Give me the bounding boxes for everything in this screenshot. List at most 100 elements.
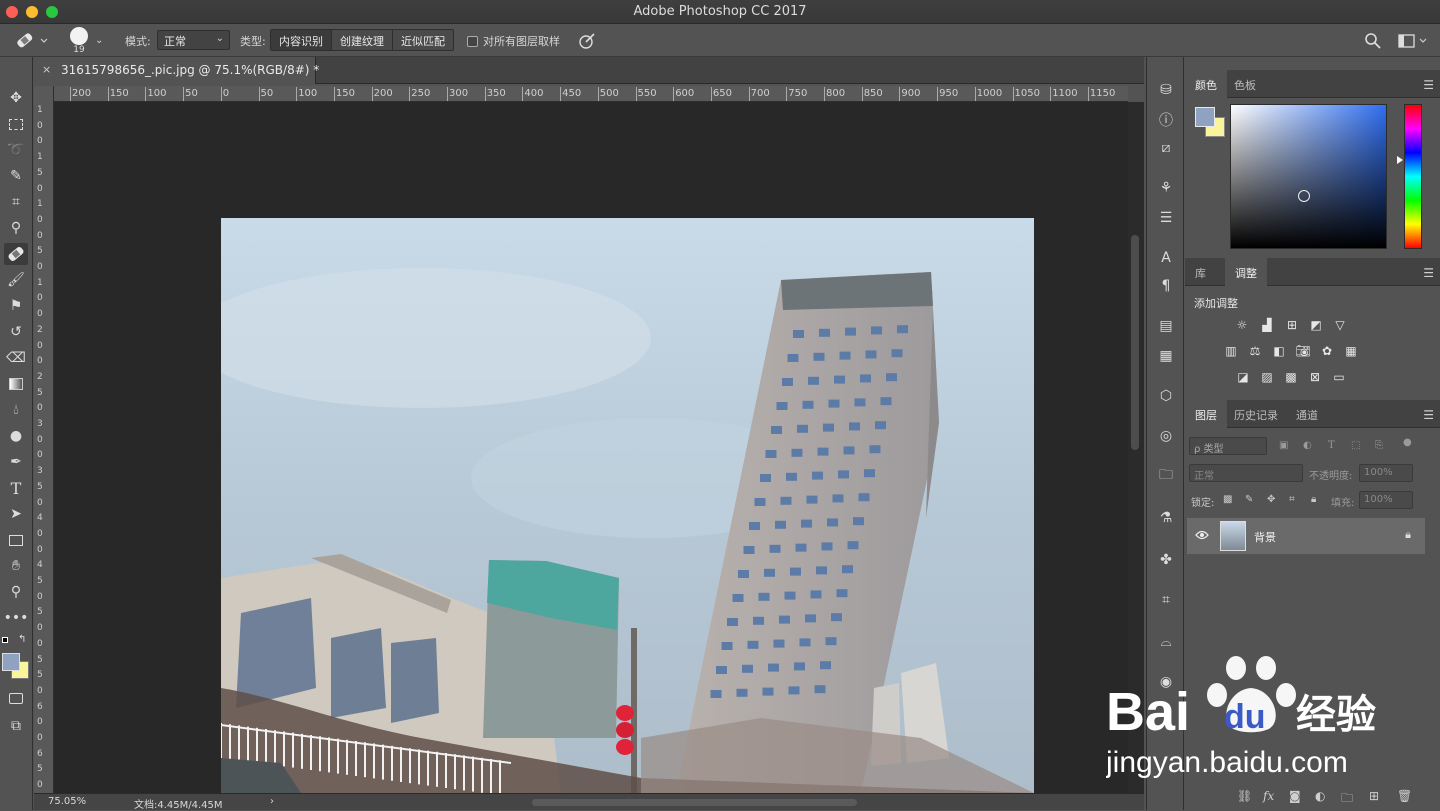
quick-selection-tool[interactable]: ✎ xyxy=(4,165,28,187)
invert-icon[interactable]: ◪ xyxy=(1234,369,1252,385)
zoom-level[interactable]: 75.05% xyxy=(48,796,86,807)
filter-adjustment-icon[interactable]: ◐ xyxy=(1303,440,1312,451)
foreground-color-swatch[interactable] xyxy=(2,653,20,671)
selective-color-icon[interactable]: ⊠ xyxy=(1306,369,1324,385)
pressure-size-button[interactable] xyxy=(577,24,597,57)
rectangle-tool[interactable] xyxy=(4,529,28,551)
hamburger-menu-icon[interactable]: ☰ xyxy=(1423,78,1434,92)
filter-shape-icon[interactable]: ⬚ xyxy=(1351,440,1360,451)
properties-panel-button[interactable]: ⧄ xyxy=(1155,137,1177,159)
eraser-tool[interactable]: ⌫ xyxy=(4,347,28,369)
vertical-scrollbar[interactable] xyxy=(1128,102,1144,793)
filter-toggle-icon[interactable]: ● xyxy=(1403,437,1412,448)
tab-color[interactable]: 颜色 xyxy=(1185,70,1227,98)
hue-slider-handle[interactable] xyxy=(1397,156,1403,164)
color-balance-icon[interactable]: ⚖ xyxy=(1246,343,1264,359)
history-panel-button[interactable]: ⛁ xyxy=(1155,79,1177,101)
hue-slider[interactable] xyxy=(1404,104,1422,249)
lock-all-icon[interactable]: 🔒︎ xyxy=(1311,494,1316,505)
brush-size-chevron-icon[interactable]: ⌄ xyxy=(95,24,103,57)
filter-type-icon[interactable]: T xyxy=(1328,440,1335,451)
screen-mode-button[interactable]: ⧉ xyxy=(4,715,28,737)
tool-presets-button[interactable]: ◎ xyxy=(1155,425,1177,447)
eyedropper-tool[interactable]: ⚲ xyxy=(4,217,28,239)
add-mask-icon[interactable]: ◙ xyxy=(1289,789,1301,803)
lock-pixels-icon[interactable]: ✎ xyxy=(1245,494,1253,505)
vibrance-icon[interactable]: ▽ xyxy=(1331,317,1349,333)
color-field[interactable] xyxy=(1230,104,1387,249)
gradient-tool[interactable] xyxy=(4,373,28,395)
threshold-icon[interactable]: ▩ xyxy=(1282,369,1300,385)
workspace-switcher[interactable] xyxy=(1398,24,1428,57)
swap-colors-icon[interactable]: ↰ xyxy=(18,634,26,645)
curves-icon[interactable]: ⊞ xyxy=(1283,317,1301,333)
lock-artboard-icon[interactable]: ⌗ xyxy=(1289,494,1295,505)
paragraph-panel-button[interactable]: ¶ xyxy=(1155,275,1177,297)
info-panel-button[interactable]: ⓘ xyxy=(1155,109,1177,131)
vertical-ruler[interactable]: 1 0 0 1 5 0 1 0 0 5 0 1 0 0 2 0 0 2 5 0 3 0 0 3 5 0 4 0 0 4 5 0 5 0 0 5 5 0 6 0… xyxy=(34,86,54,793)
document-image[interactable] xyxy=(221,218,1034,793)
document-tab[interactable]: × 31615798656_.pic.jpg @ 75.1%(RGB/8#) * xyxy=(34,57,319,84)
filter-pixel-icon[interactable]: ▣ xyxy=(1279,440,1288,451)
gradient-map-icon[interactable]: ▭ xyxy=(1330,369,1348,385)
hamburger-menu-icon[interactable]: ☰ xyxy=(1423,266,1434,280)
hamburger-menu-icon[interactable]: ☰ xyxy=(1423,408,1434,422)
paragraph-styles-button[interactable]: ▦ xyxy=(1155,345,1177,367)
hue-saturation-icon[interactable]: ▥ xyxy=(1222,343,1240,359)
new-group-icon[interactable]: 🗀 xyxy=(1341,789,1353,810)
brightness-contrast-icon[interactable]: ☼ xyxy=(1233,317,1251,333)
levels-icon[interactable]: ▟ xyxy=(1258,317,1276,333)
tab-history[interactable]: 历史记录 xyxy=(1224,400,1288,428)
move-tool[interactable]: ✥ xyxy=(4,87,28,109)
photo-filter-icon[interactable]: 📷︎ xyxy=(1294,343,1312,359)
posterize-icon[interactable]: ▨ xyxy=(1258,369,1276,385)
layer-style-fx-icon[interactable]: fx xyxy=(1263,789,1274,803)
quick-mask-button[interactable] xyxy=(4,687,28,709)
search-button[interactable] xyxy=(1364,24,1382,57)
blend-mode-select[interactable]: 正常 xyxy=(1189,464,1303,482)
marquee-tool[interactable] xyxy=(4,113,28,135)
blur-tool[interactable]: 💧︎ xyxy=(4,399,28,421)
layer-thumbnail[interactable] xyxy=(1220,521,1246,551)
clone-stamp-tool[interactable]: ⚑ xyxy=(4,295,28,317)
type-tool[interactable]: T xyxy=(4,477,28,499)
actions-panel-button[interactable]: ⚗ xyxy=(1155,507,1177,529)
exposure-icon[interactable]: ◩ xyxy=(1307,317,1325,333)
opacity-input[interactable]: 100% xyxy=(1359,464,1413,482)
crop-panel-button[interactable]: ⌗ xyxy=(1155,589,1177,611)
pen-tool[interactable]: ✒ xyxy=(4,451,28,473)
close-icon[interactable]: × xyxy=(42,63,51,76)
eye-icon[interactable] xyxy=(1195,530,1209,540)
tab-channels[interactable]: 通道 xyxy=(1286,400,1328,428)
timeline-panel-button[interactable]: ⌓ xyxy=(1155,631,1177,653)
mode-select[interactable]: 正常 ⌄ xyxy=(157,30,230,50)
type-create-texture-button[interactable]: 创建纹理 xyxy=(332,30,393,50)
foreground-color-swatch[interactable] xyxy=(1195,107,1215,127)
tab-swatches[interactable]: 色板 xyxy=(1224,70,1266,98)
brush-presets-button[interactable]: ⚘ xyxy=(1155,177,1177,199)
plugins-panel-button[interactable]: ✤ xyxy=(1155,549,1177,571)
fill-input[interactable]: 100% xyxy=(1359,491,1413,509)
delete-layer-icon[interactable]: 🗑︎ xyxy=(1397,789,1412,803)
brush-size-picker[interactable]: 19 xyxy=(70,24,88,57)
character-styles-button[interactable]: ▤ xyxy=(1155,315,1177,337)
lock-transparent-icon[interactable]: ▩ xyxy=(1223,494,1232,505)
color-picker-handle[interactable] xyxy=(1298,190,1310,202)
path-selection-tool[interactable]: ➤ xyxy=(4,503,28,525)
filter-smart-object-icon[interactable]: ⎘ xyxy=(1375,440,1383,451)
crop-tool[interactable]: ⌗ xyxy=(4,191,28,213)
new-adjustment-layer-icon[interactable]: ◐ xyxy=(1315,789,1325,803)
default-colors-icon[interactable] xyxy=(2,637,8,643)
layer-comps-button[interactable]: 🗀 xyxy=(1155,465,1177,487)
lock-position-icon[interactable]: ✥ xyxy=(1267,494,1275,505)
color-lookup-icon[interactable]: ▦ xyxy=(1342,343,1360,359)
brush-tool[interactable]: 🖌︎ xyxy=(4,269,28,291)
tool-preset-picker[interactable] xyxy=(14,24,48,57)
layer-name[interactable]: 背景 xyxy=(1254,529,1276,545)
vertical-scroll-thumb[interactable] xyxy=(1131,235,1139,450)
dodge-tool[interactable]: ● xyxy=(4,425,28,447)
new-layer-icon[interactable]: ⊞ xyxy=(1369,789,1379,803)
horizontal-ruler[interactable]: 200 150 100 50 0 50 100 150 200 250 300 350 400 450 50… xyxy=(54,86,1128,102)
edit-toolbar-button[interactable]: ••• xyxy=(4,607,29,629)
tab-adjustments[interactable]: 调整 xyxy=(1225,258,1267,286)
